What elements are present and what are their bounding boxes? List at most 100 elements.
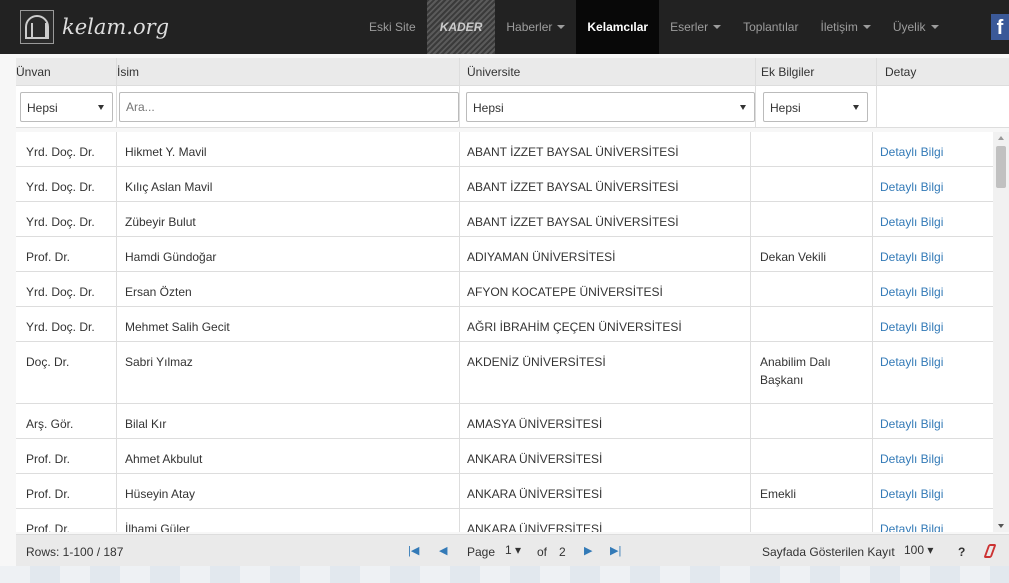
- cell-isim: Bilal Kır: [125, 417, 167, 431]
- cell-ek-bilgiler: Emekli: [760, 485, 796, 503]
- per-page-select[interactable]: 100 ▾: [904, 543, 933, 557]
- caret-down-icon: [557, 25, 566, 29]
- detail-link[interactable]: Detaylı Bilgi: [880, 450, 943, 468]
- cell-unvan: Yrd. Doç. Dr.: [26, 145, 95, 159]
- cell-unvan: Doç. Dr.: [26, 355, 70, 369]
- nav-item-2[interactable]: Haberler: [495, 0, 576, 54]
- page-background-pattern: [0, 566, 1009, 583]
- header-unvan[interactable]: Ünvan: [16, 65, 51, 79]
- chevron-down-icon: [740, 105, 746, 110]
- detail-link[interactable]: Detaylı Bilgi: [880, 143, 943, 161]
- last-page-icon[interactable]: ▶|: [610, 544, 621, 557]
- table-header: Ünvan İsim Üniversite Ek Bilgiler Detay: [16, 58, 1009, 86]
- page-select[interactable]: 1 ▾: [505, 543, 521, 557]
- scroll-down-icon[interactable]: [998, 524, 1004, 528]
- cell-isim: Hikmet Y. Mavil: [125, 145, 207, 159]
- cell-ek-bilgiler: Dekan Vekili: [760, 248, 826, 266]
- detail-link[interactable]: Detaylı Bilgi: [880, 178, 943, 196]
- table-row[interactable]: Prof. Dr. Ahmet Akbulut ANKARA ÜNİVERSİTES…: [16, 439, 993, 474]
- ek-bilgi-line: Dekan Vekili: [760, 250, 827, 264]
- nav-item-label: Kelamcılar: [587, 20, 649, 34]
- main-nav: Eski Site KADER Haberler Kelamcılar Eserler T…: [358, 0, 950, 54]
- detail-link[interactable]: Detaylı Bilgi: [880, 283, 943, 301]
- nav-item-label: Eserler: [670, 20, 709, 34]
- page-label: Page: [467, 545, 496, 559]
- facebook-icon[interactable]: f: [991, 14, 1009, 40]
- brand-name: kelam.org: [62, 15, 170, 39]
- table-row[interactable]: Doç. Dr. Sabri Yılmaz AKDENİZ ÜNİVERSİTESİ…: [16, 342, 993, 404]
- unvan-filter-select[interactable]: Hepsi: [20, 92, 113, 122]
- column-divider: [750, 132, 751, 532]
- nav-item-1[interactable]: KADER: [426, 0, 496, 54]
- caret-down-icon: [930, 25, 939, 29]
- detail-link[interactable]: Detaylı Bilgi: [880, 318, 943, 336]
- column-divider: [116, 132, 117, 532]
- header-universite[interactable]: Üniversite: [467, 65, 520, 79]
- cell-universite: ABANT İZZET BAYSAL ÜNİVERSİTESİ: [467, 215, 679, 229]
- cell-universite: ABANT İZZET BAYSAL ÜNİVERSİTESİ: [467, 145, 679, 159]
- header-ek-bilgiler[interactable]: Ek Bilgiler: [761, 65, 814, 79]
- column-divider: [755, 58, 756, 128]
- prev-page-icon[interactable]: ◀: [439, 544, 447, 557]
- filter-row: Hepsi Hepsi Hepsi: [16, 86, 1009, 128]
- universite-filter-select[interactable]: Hepsi: [466, 92, 755, 122]
- chevron-down-icon: [853, 105, 859, 110]
- header-detay[interactable]: Detay: [885, 65, 916, 79]
- scroll-thumb[interactable]: [996, 146, 1006, 188]
- next-page-icon[interactable]: ▶: [584, 544, 592, 557]
- table-body: Yrd. Doç. Dr. Hikmet Y. Mavil ABANT İZZET …: [16, 132, 993, 532]
- column-divider: [459, 58, 460, 128]
- table-row[interactable]: Yrd. Doç. Dr. Zübeyir Bulut ABANT İZZET BA…: [16, 202, 993, 237]
- per-page-value: 100: [904, 543, 925, 557]
- nav-item-0[interactable]: Eski Site: [358, 0, 427, 54]
- table-row[interactable]: Yrd. Doç. Dr. Mehmet Salih Gecit AĞRI İBRA…: [16, 307, 993, 342]
- nav-item-5[interactable]: Toplantılar: [732, 0, 809, 54]
- cell-universite: ADIYAMAN ÜNİVERSİTESİ: [467, 250, 616, 264]
- nav-item-6[interactable]: İletişim: [809, 0, 881, 54]
- cell-unvan: Yrd. Doç. Dr.: [26, 320, 95, 334]
- cell-isim: Hamdi Gündoğar: [125, 250, 217, 264]
- scroll-up-icon[interactable]: [998, 136, 1004, 140]
- nav-item-7[interactable]: Üyelik: [882, 0, 950, 54]
- nav-item-3[interactable]: Kelamcılar: [576, 0, 660, 54]
- header-isim[interactable]: İsim: [117, 65, 139, 79]
- detail-link[interactable]: Detaylı Bilgi: [880, 485, 943, 503]
- detail-link[interactable]: Detaylı Bilgi: [880, 415, 943, 433]
- table-row[interactable]: Prof. Dr. İlhami Güler ANKARA ÜNİVERSİTESİ…: [16, 509, 993, 532]
- ek-bilgiler-filter-value: Hepsi: [770, 101, 801, 115]
- unvan-filter-value: Hepsi: [27, 101, 58, 115]
- ek-bilgi-line: Anabilim Dalı: [760, 355, 831, 369]
- table-row[interactable]: Arş. Gör. Bilal Kır AMASYA ÜNİVERSİTESİ Det…: [16, 404, 993, 439]
- cell-universite: ANKARA ÜNİVERSİTESİ: [467, 522, 603, 532]
- cell-isim: Hüseyin Atay: [125, 487, 196, 501]
- help-icon[interactable]: ?: [958, 545, 965, 559]
- per-page-label: Sayfada Gösterilen Kayıt: [762, 545, 895, 559]
- table-row[interactable]: Yrd. Doç. Dr. Kılıç Aslan Mavil ABANT İZZE…: [16, 167, 993, 202]
- name-search-input[interactable]: [119, 92, 459, 122]
- table-scrollbar[interactable]: [993, 132, 1009, 532]
- nav-item-4[interactable]: Eserler: [659, 0, 732, 54]
- table-row[interactable]: Yrd. Doç. Dr. Hikmet Y. Mavil ABANT İZZET …: [16, 132, 993, 167]
- cell-isim: Mehmet Salih Gecit: [125, 320, 230, 334]
- cell-universite: ABANT İZZET BAYSAL ÜNİVERSİTESİ: [467, 180, 679, 194]
- table-row[interactable]: Prof. Dr. Hüseyin Atay ANKARA ÜNİVERSİTESİ…: [16, 474, 993, 509]
- cell-unvan: Prof. Dr.: [26, 522, 71, 532]
- rows-info: Rows: 1-100 / 187: [26, 545, 124, 559]
- detail-link[interactable]: Detaylı Bilgi: [880, 213, 943, 231]
- detail-link[interactable]: Detaylı Bilgi: [880, 520, 943, 532]
- cell-universite: ANKARA ÜNİVERSİTESİ: [467, 487, 603, 501]
- first-page-icon[interactable]: |◀: [408, 544, 419, 557]
- brand[interactable]: kelam.org: [0, 0, 360, 54]
- nav-item-label: İletişim: [820, 20, 858, 34]
- cell-unvan: Yrd. Doç. Dr.: [26, 285, 95, 299]
- cell-isim: Ahmet Akbulut: [125, 452, 203, 466]
- ek-bilgiler-filter-select[interactable]: Hepsi: [763, 92, 868, 122]
- detail-link[interactable]: Detaylı Bilgi: [880, 353, 943, 371]
- reset-filter-icon[interactable]: [983, 544, 997, 558]
- table-row[interactable]: Prof. Dr. Hamdi Gündoğar ADIYAMAN ÜNİVERSİ…: [16, 237, 993, 272]
- column-divider: [459, 132, 460, 532]
- cell-universite: AĞRI İBRAHİM ÇEÇEN ÜNİVERSİTESİ: [467, 320, 682, 334]
- top-navbar: kelam.org Eski Site KADER Haberler Kelamcıl…: [0, 0, 1009, 54]
- table-row[interactable]: Yrd. Doç. Dr. Ersan Özten AFYON KOCATEPE Ü…: [16, 272, 993, 307]
- detail-link[interactable]: Detaylı Bilgi: [880, 248, 943, 266]
